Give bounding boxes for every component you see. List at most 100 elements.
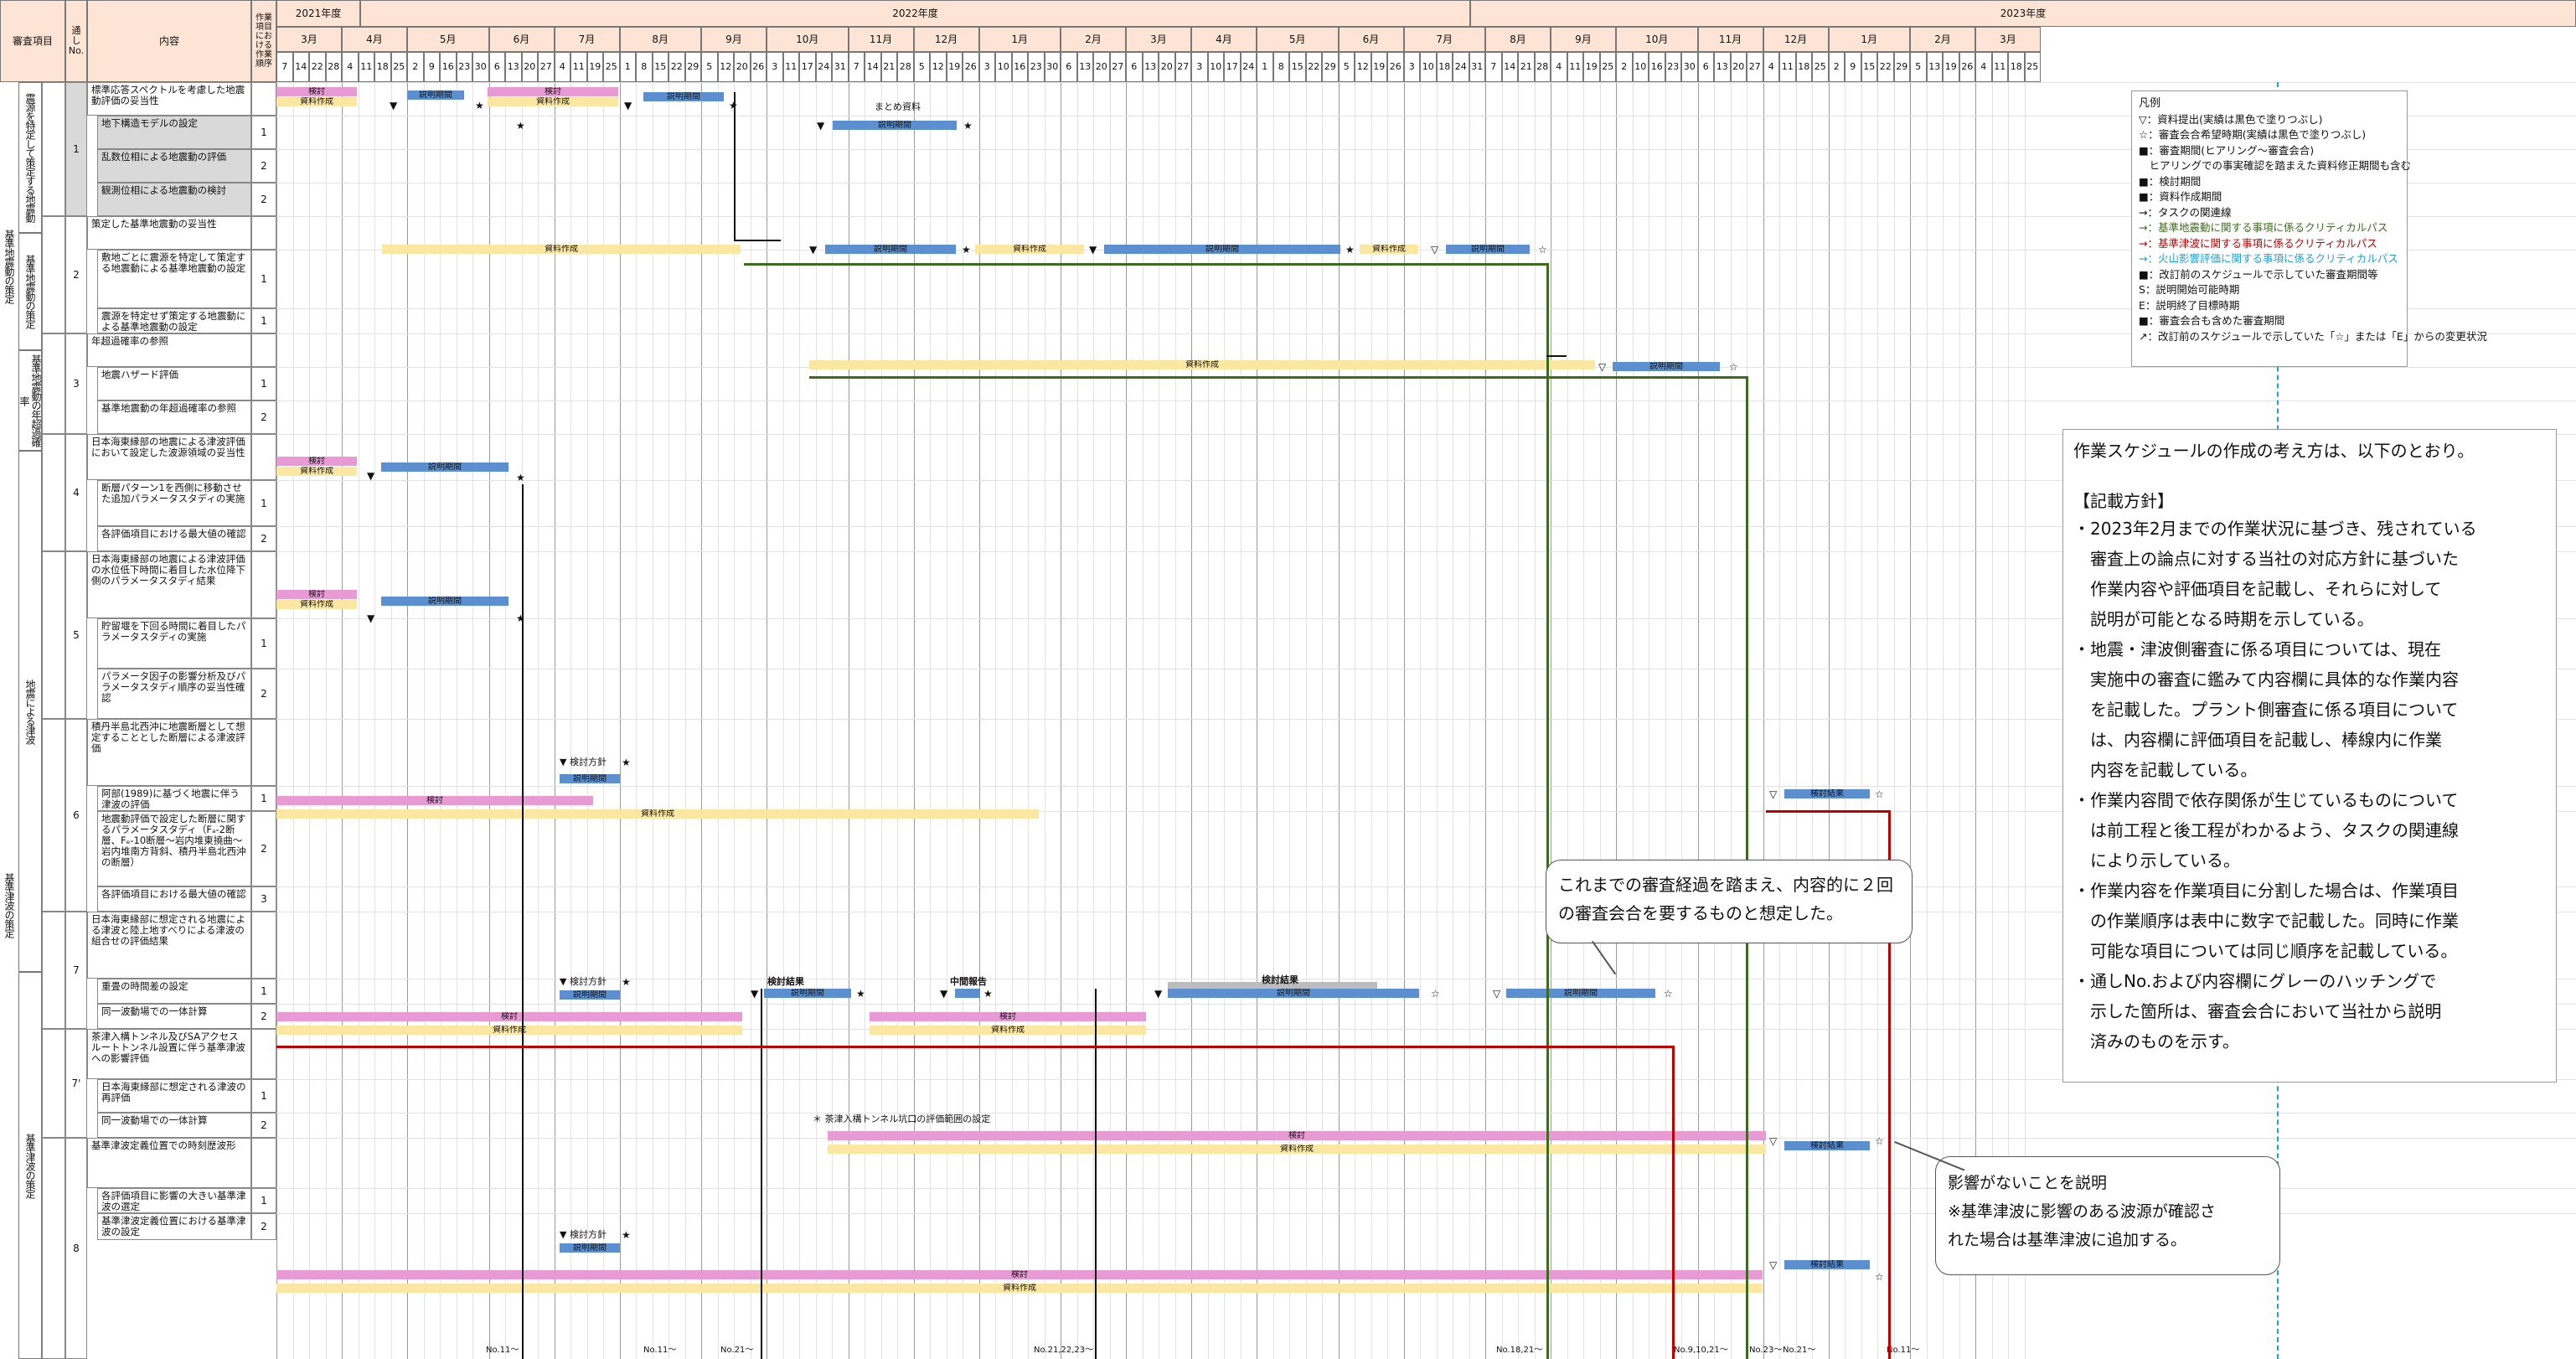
submission-marker: ▼	[367, 612, 375, 624]
meeting-marker: ★	[475, 100, 484, 111]
grid-line	[1599, 82, 1601, 1359]
legend-item: ☆：審査会合希望時期(実績は黒色で塗りつぶし)	[2139, 128, 2367, 141]
grid-month-line	[1485, 82, 1486, 1359]
grid-line	[1305, 82, 1307, 1359]
grid-line	[1371, 82, 1372, 1359]
header-shinsa: 審査項目	[0, 0, 65, 82]
order-cell: 2	[251, 669, 276, 719]
grid-line	[1714, 82, 1715, 1359]
review-bar: 検討結果	[1784, 1141, 1870, 1150]
review-bar: 説明期間	[764, 989, 851, 998]
critical-path-tsunami	[1766, 810, 1890, 813]
grid-line	[1224, 82, 1225, 1359]
order-cell	[251, 216, 276, 250]
day-label: 7	[1485, 52, 1502, 82]
day-label: 28	[325, 52, 342, 82]
month-label: 10月	[767, 27, 849, 52]
grid-month-line	[1191, 82, 1192, 1359]
content-main-row: 策定した基準地震動の妥当性	[87, 216, 251, 250]
content-sub-row: 各評価項目に影響の大きい基準津波の選定	[97, 1188, 251, 1213]
order-cell: 2	[251, 811, 276, 886]
content-main-row: 基準津波定義位置での時刻歴波形	[87, 1138, 251, 1188]
month-label: 7月	[1403, 27, 1485, 52]
order-cell	[251, 551, 276, 618]
day-label: 26	[1387, 52, 1404, 82]
task-link-line	[734, 240, 781, 241]
day-label: 4	[1763, 52, 1779, 82]
day-label: 11	[570, 52, 587, 82]
grid-line	[636, 82, 637, 1359]
no-reference-note: No.18,21〜	[1496, 1346, 1543, 1355]
study-bar: 検討	[276, 590, 357, 599]
result-label: 検討結果	[767, 976, 804, 987]
callout-no-impact: 影響がないことを説明 ※基準津波に影響のある波源が確認さ れた場合は基準津波に追…	[1935, 1156, 2280, 1275]
content-sub-row: 貯留堰を下回る時間に着目したパラメータスタディの実施	[97, 618, 251, 669]
order-cell: 1	[251, 1188, 276, 1213]
day-label: 9	[1845, 52, 1861, 82]
day-label: 25	[390, 52, 407, 82]
grid-line	[782, 82, 784, 1359]
day-label: 3	[978, 52, 995, 82]
day-label: 24	[1240, 52, 1257, 82]
content-sub-row: 基準津波定義位置における基準津波の設定	[97, 1213, 251, 1240]
grid-line	[586, 82, 588, 1359]
meeting-marker: ☆	[1875, 1271, 1884, 1283]
header-toshi: 通しNo.	[65, 0, 87, 82]
day-label: 18	[2008, 52, 2025, 82]
grid-line	[325, 82, 327, 1359]
month-label: 9月	[701, 27, 767, 52]
day-label: 6	[1126, 52, 1143, 82]
order-cell: 2	[251, 526, 276, 551]
policy-line: ・作業内容を作業項目に分割した場合は、作業項目	[2073, 881, 2459, 901]
month-label: 1月	[1828, 27, 1910, 52]
month-label: 11月	[848, 27, 914, 52]
day-label: 24	[815, 52, 832, 82]
grid-row-line	[276, 1113, 2576, 1114]
day-label: 19	[586, 52, 603, 82]
grid-line	[930, 82, 931, 1359]
policy-line: 実施中の審査に鑑みて内容欄に具体的な作業内容	[2073, 669, 2459, 690]
grid-line	[1469, 82, 1470, 1359]
order-cell: 1	[251, 480, 276, 526]
material-bar: 資料作成	[276, 1026, 742, 1035]
content-main-row: 茶津入構トンネル及びSAアクセスルートトンネル設置に伴う基準津波への影響評価	[87, 1029, 251, 1079]
critical-path-jishindo	[1546, 263, 1549, 1359]
no-reference-note: No.21〜	[1783, 1346, 1816, 1355]
meeting-marker: ★	[962, 244, 971, 256]
critical-path-jishindo	[744, 263, 1548, 266]
submission-marker: ▼	[940, 988, 948, 1000]
meeting-marker: ★	[516, 612, 525, 624]
day-label: 19	[1371, 52, 1387, 82]
legend-item: ■：資料作成期間	[2139, 190, 2222, 203]
review-bar: 説明期間	[1613, 362, 1720, 371]
grid-line	[734, 82, 735, 1359]
day-label: 12	[1355, 52, 1371, 82]
day-label: 27	[1747, 52, 1763, 82]
material-bar: 資料作成	[975, 245, 1084, 254]
meeting-marker: ★	[622, 976, 631, 988]
day-label: 22	[1877, 52, 1894, 82]
toshi-no-cell: 8	[65, 1138, 87, 1359]
content-sub-row: パラメータ因子の影響分析及びパラメータスタディ順序の妥当性確認	[97, 669, 251, 719]
day-label: 8	[636, 52, 653, 82]
subgroup-spacer	[42, 1138, 65, 1359]
grid-line	[292, 82, 294, 1359]
header-naiyo: 内容	[87, 0, 251, 82]
fy2021-label: 2021年度	[276, 0, 360, 27]
day-label: 24	[1453, 52, 1469, 82]
grid-line	[1893, 82, 1895, 1359]
grid-line	[684, 82, 686, 1359]
order-cell: 2	[251, 183, 276, 216]
no-reference-note: No.9,10,21〜	[1674, 1346, 1728, 1355]
task-link-line	[761, 989, 762, 1359]
critical-path-tsunami	[276, 1046, 1674, 1048]
grid-line	[1779, 82, 1780, 1359]
day-label: 15	[1861, 52, 1877, 82]
legend-item: →：火山影響評価に関する事項に係るクリティカルパス	[2139, 252, 2398, 265]
review-bar: 説明期間	[643, 92, 724, 101]
day-label: 30	[1681, 52, 1698, 82]
content-main-row: 標準応答スペクトルを考慮した地震動評価の妥当性	[87, 82, 251, 116]
content-sub-row: 断層パターン1を西側に移動させた追加パラメータスタディの実施	[97, 480, 251, 526]
grid-line	[505, 82, 506, 1359]
day-label: 5	[913, 52, 930, 82]
